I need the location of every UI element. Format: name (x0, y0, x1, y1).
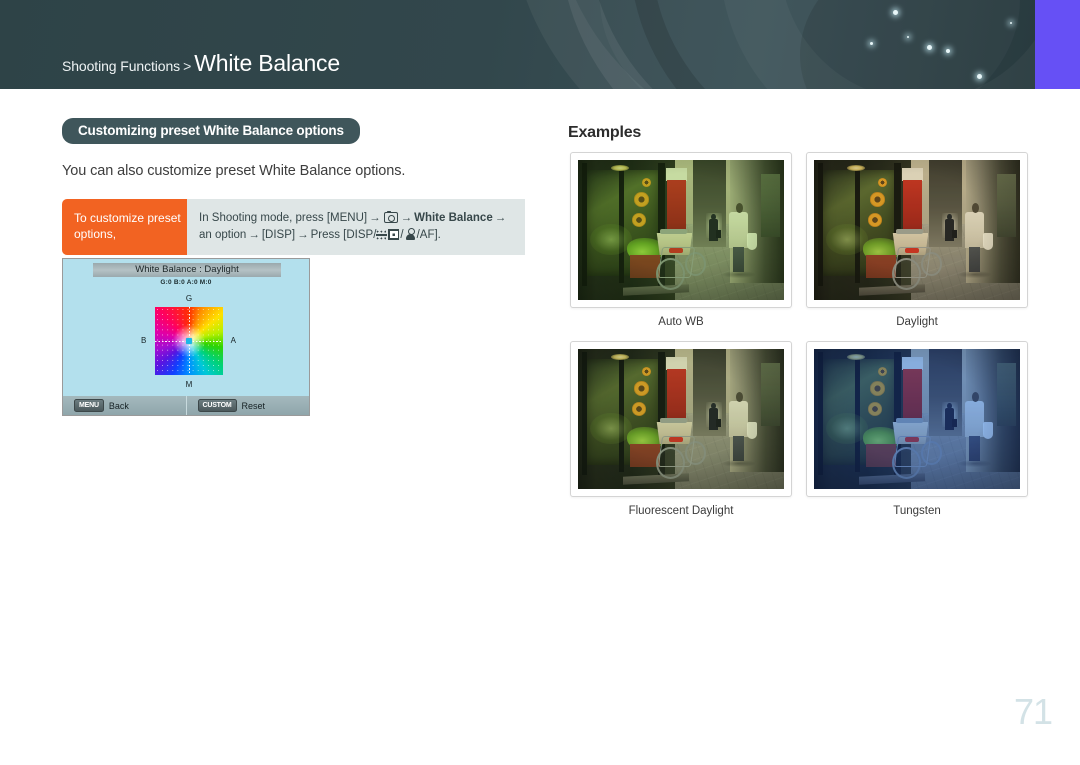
arrow-glyph: → (248, 229, 260, 241)
intro-paragraph: You can also customize preset White Bala… (62, 163, 406, 179)
example-photo-frame[interactable] (806, 341, 1028, 497)
custom-reset-action[interactable]: CUSTOM Reset (185, 396, 310, 415)
instruction-block: To customize preset options, In Shooting… (62, 199, 525, 255)
menu-key-chip: MENU (74, 399, 104, 412)
page-header: Shooting Functions > White Balance (0, 0, 1080, 89)
examples-heading: Examples (568, 124, 642, 141)
slash-glyph: / (400, 229, 404, 241)
example-item: Daylight (806, 152, 1028, 328)
grid-cursor[interactable] (186, 338, 192, 344)
flicker-icon (376, 230, 388, 240)
examples-grid: Auto WB Daylight Fluorescent Daylight Tu… (570, 152, 1028, 517)
instruction-disp-key: [DISP] (261, 229, 296, 241)
sparkle-icon (927, 45, 932, 50)
instruction-line2-pre: an option (199, 229, 247, 241)
axis-label-magenta: M (185, 380, 193, 389)
camera-icon (383, 210, 398, 223)
example-photo-daylight (814, 160, 1020, 300)
example-photo-frame[interactable] (570, 152, 792, 308)
example-caption: Daylight (896, 316, 938, 328)
instruction-press-label: Press [DISP/ (310, 229, 377, 241)
sparkle-icon (907, 36, 909, 38)
camera-screen-values: G:0 B:0 A:0 M:0 (160, 279, 212, 286)
axis-label-blue: B (141, 336, 147, 345)
example-photo-fluorescent-daylight (578, 349, 784, 489)
camera-screen-title: White Balance : Daylight (93, 263, 281, 277)
instruction-bold-term: White Balance (414, 212, 493, 224)
example-photo-frame[interactable] (806, 152, 1028, 308)
example-photo-auto-wb (578, 160, 784, 300)
example-caption: Auto WB (658, 316, 704, 328)
header-accent-band (1035, 0, 1080, 89)
breadcrumb-parent[interactable]: Shooting Functions (62, 58, 180, 74)
arrow-glyph: → (494, 212, 507, 224)
breadcrumb: Shooting Functions > White Balance (62, 50, 340, 77)
left-column: Customizing preset White Balance options… (62, 118, 532, 255)
example-caption: Fluorescent Daylight (628, 505, 734, 517)
grid-icon (388, 229, 400, 240)
menu-action-label: Back (108, 400, 129, 411)
arrow-glyph: → (369, 212, 381, 224)
sparkle-icon (893, 10, 898, 15)
menu-back-action[interactable]: MENU Back (63, 396, 186, 415)
breadcrumb-current: White Balance (194, 50, 340, 76)
self-timer-icon (405, 228, 416, 240)
manual-page: Shooting Functions > White Balance Customi… (0, 0, 1080, 765)
sparkle-icon (977, 74, 982, 79)
custom-key-chip: CUSTOM (197, 399, 237, 412)
example-item: Fluorescent Daylight (570, 341, 792, 517)
example-photo-tungsten (814, 349, 1020, 489)
arrow-glyph: → (297, 229, 309, 241)
instruction-body: In Shooting mode, press [MENU] → → White Ba… (187, 199, 525, 255)
camera-screen-bottom-bar: MENU Back CUSTOM Reset (63, 396, 309, 415)
example-photo-frame[interactable] (570, 341, 792, 497)
header-decor-arc (630, 0, 1080, 89)
axis-label-green: G (185, 294, 193, 303)
sparkle-icon (870, 42, 873, 45)
example-caption: Tungsten (893, 505, 941, 517)
section-title: Customizing preset White Balance options (62, 118, 360, 144)
example-item: Auto WB (570, 152, 792, 328)
instruction-label: To customize preset options, (62, 199, 187, 255)
instruction-line2-end: /AF]. (416, 229, 441, 241)
page-number: 71 (1013, 691, 1053, 732)
camera-screen-mockup: White Balance : Daylight G:0 B:0 A:0 M:0… (62, 258, 310, 416)
axis-label-amber: A (230, 336, 236, 345)
sparkle-icon (1010, 22, 1012, 24)
instruction-line1-pre: In Shooting mode, press [MENU] (199, 212, 368, 224)
breadcrumb-separator: > (183, 58, 192, 74)
white-balance-color-grid[interactable]: G M B A (141, 294, 236, 389)
sparkle-icon (946, 49, 950, 53)
example-item: Tungsten (806, 341, 1028, 517)
custom-action-label: Reset (241, 400, 266, 411)
arrow-glyph: → (400, 212, 413, 224)
